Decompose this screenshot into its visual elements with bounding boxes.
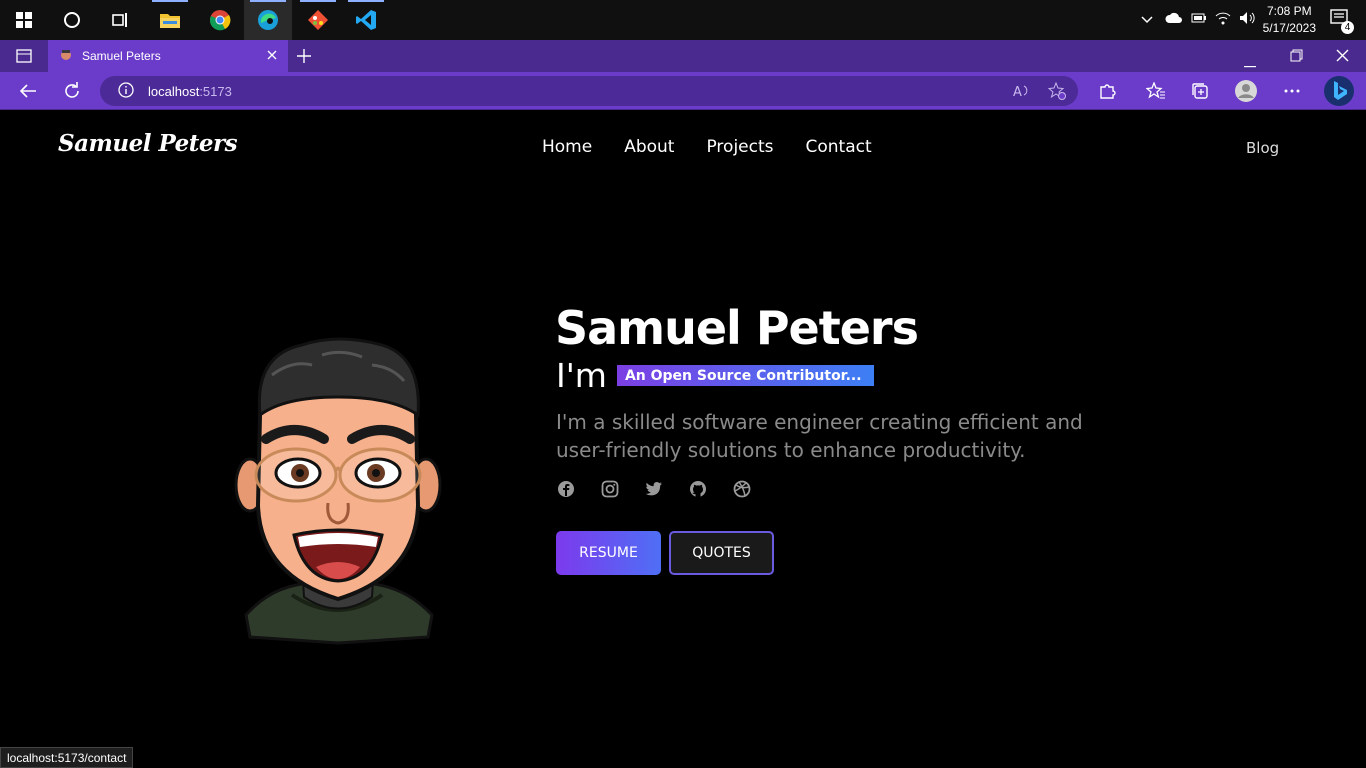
more-options-icon[interactable]: [1274, 72, 1310, 110]
minimize-icon[interactable]: [1244, 55, 1256, 73]
read-aloud-icon[interactable]: A: [1012, 82, 1030, 103]
clock-date: 5/17/2023: [1262, 21, 1316, 35]
nav-projects[interactable]: Projects: [706, 137, 773, 157]
avatar-illustration: [234, 337, 442, 645]
tab-actions-icon[interactable]: [16, 48, 32, 69]
onedrive-icon[interactable]: [1165, 11, 1183, 29]
bing-chat-icon[interactable]: [1321, 72, 1357, 110]
social-links: [556, 479, 752, 499]
git-gui-icon[interactable]: [294, 0, 342, 40]
windows-start-icon[interactable]: [0, 0, 48, 40]
hero-tagline: I'm An Open Source Contributor...: [556, 356, 874, 395]
favorites-icon[interactable]: [1138, 72, 1174, 110]
notification-badge: 4: [1341, 21, 1354, 34]
tab-title: Samuel Peters: [82, 49, 161, 63]
facebook-icon[interactable]: [556, 479, 576, 499]
volume-icon[interactable]: [1239, 11, 1257, 30]
instagram-icon[interactable]: [600, 479, 620, 499]
edge-icon[interactable]: [244, 0, 292, 40]
notification-center-icon[interactable]: 4: [1330, 9, 1354, 34]
battery-icon[interactable]: [1191, 11, 1207, 29]
quotes-button[interactable]: QUOTES: [669, 531, 774, 575]
new-tab-icon[interactable]: [296, 48, 312, 69]
hero-im-label: I'm: [556, 356, 607, 395]
extensions-icon[interactable]: [1089, 72, 1125, 110]
task-view-icon[interactable]: [96, 0, 144, 40]
hero-description: I'm a skilled software engineer creating…: [556, 410, 1083, 462]
add-favorite-icon[interactable]: [1047, 81, 1066, 103]
dribbble-icon[interactable]: [732, 479, 752, 499]
system-tray: 7:08 PM 5/17/2023 4: [1141, 0, 1366, 40]
collections-icon[interactable]: [1182, 72, 1218, 110]
close-window-icon[interactable]: [1336, 49, 1349, 67]
typed-role-badge: An Open Source Contributor...: [616, 365, 874, 386]
resume-button[interactable]: RESUME: [556, 531, 661, 575]
site-logo[interactable]: Samuel Peters: [58, 130, 238, 157]
browser-toolbar: localhost:5173 A: [0, 72, 1366, 110]
search-circle-icon[interactable]: [48, 0, 96, 40]
site-info-icon[interactable]: [118, 81, 134, 101]
address-bar[interactable]: localhost:5173 A: [100, 76, 1078, 106]
clock-time: 7:08 PM: [1266, 4, 1312, 18]
system-clock[interactable]: 7:08 PM 5/17/2023: [1263, 3, 1316, 37]
vscode-icon[interactable]: [342, 0, 390, 40]
browser-tab-strip: Samuel Peters: [0, 40, 1366, 72]
chevron-up-icon[interactable]: [1141, 11, 1153, 29]
web-page: Samuel Peters Home About Projects Contac…: [0, 111, 1366, 768]
tab-favicon-icon: [60, 49, 72, 64]
status-bar-url: localhost:5173/contact: [0, 747, 134, 768]
url-host: localhost: [148, 83, 200, 99]
main-nav: Home About Projects Contact: [542, 137, 872, 157]
windows-taskbar: 7:08 PM 5/17/2023 4: [0, 0, 1366, 40]
browser-tab-active[interactable]: Samuel Peters: [48, 40, 288, 72]
file-explorer-icon[interactable]: [146, 0, 194, 40]
restore-icon[interactable]: [1290, 49, 1303, 67]
nav-contact[interactable]: Contact: [806, 137, 872, 157]
hero-name: Samuel Peters: [555, 301, 919, 355]
profile-avatar-icon[interactable]: [1228, 72, 1264, 110]
close-tab-icon[interactable]: [266, 49, 278, 64]
nav-about[interactable]: About: [624, 137, 674, 157]
github-icon[interactable]: [688, 479, 708, 499]
twitter-icon[interactable]: [644, 479, 664, 499]
back-arrow-icon[interactable]: [10, 72, 46, 110]
url-port: :5173: [199, 83, 232, 99]
svg-text:A: A: [1013, 85, 1022, 100]
nav-blog[interactable]: Blog: [1246, 139, 1279, 157]
refresh-icon[interactable]: [54, 72, 90, 110]
wifi-icon[interactable]: [1215, 11, 1231, 30]
chrome-icon[interactable]: [196, 0, 244, 40]
nav-home[interactable]: Home: [542, 137, 592, 157]
